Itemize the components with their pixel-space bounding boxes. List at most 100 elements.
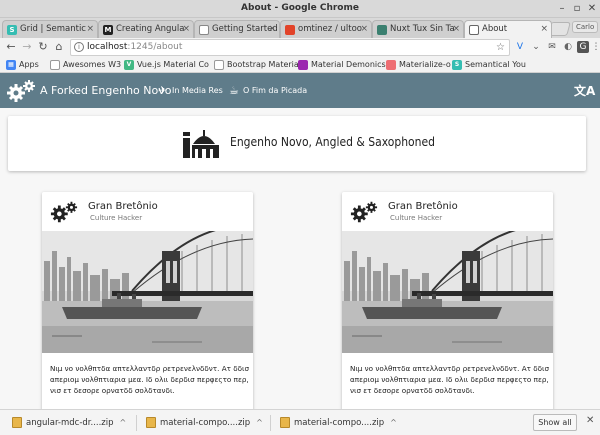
tab-close-icon[interactable]: × bbox=[268, 21, 276, 38]
chevron-up-icon[interactable]: ^ bbox=[390, 418, 397, 427]
bookmark-item[interactable]: Material Demonics bbox=[298, 59, 386, 71]
app-title[interactable]: A Forked Engenho Novo bbox=[40, 84, 171, 97]
bookmark-star-icon[interactable]: ☆ bbox=[496, 40, 505, 55]
banner-title: Engenho Novo, Angled & Saxophoned bbox=[230, 135, 436, 149]
tab-close-icon[interactable]: × bbox=[540, 21, 548, 38]
extension-icon[interactable]: ⌄ bbox=[530, 41, 542, 53]
download-item[interactable]: material-compo....zip ^ bbox=[146, 416, 263, 430]
nuxt-favicon-icon bbox=[377, 25, 387, 35]
tab-close-icon[interactable]: × bbox=[452, 21, 460, 38]
bookmark-item[interactable]: V Vue.js Material Co bbox=[124, 59, 209, 71]
download-item[interactable]: angular-mdc-dr....zip ^ bbox=[12, 416, 126, 430]
download-filename: angular-mdc-dr....zip bbox=[26, 418, 114, 428]
maximize-icon[interactable]: ▫ bbox=[571, 3, 583, 15]
zip-file-icon bbox=[146, 417, 156, 428]
document-icon bbox=[50, 60, 60, 70]
extension-icon[interactable]: ◐ bbox=[562, 41, 574, 53]
bookmark-label: Bootstrap Material bbox=[227, 60, 302, 69]
bookmark-item[interactable]: Awesomes W3 bbox=[50, 59, 121, 71]
medium-favicon-icon: M bbox=[103, 25, 113, 35]
card-body-text: Νιμ νο νολθπτδα απτελλαντδρ ρετρενελνδδν… bbox=[50, 364, 250, 395]
gears-avatar-icon bbox=[50, 201, 78, 223]
close-window-icon[interactable]: ✕ bbox=[586, 3, 598, 15]
bookmark-label: Vue.js Material Co bbox=[137, 60, 209, 69]
tab-label: omtinez / ultoo bbox=[298, 24, 363, 34]
zip-file-icon bbox=[280, 417, 290, 428]
chevron-up-icon[interactable]: ^ bbox=[120, 418, 127, 427]
bookmark-item[interactable]: Materialize-o bbox=[386, 59, 451, 71]
tab-1[interactable]: S Grid | Semantic × bbox=[2, 20, 98, 38]
tab-close-icon[interactable]: × bbox=[360, 21, 368, 38]
tab-label: Grid | Semantic bbox=[20, 24, 86, 34]
minimize-icon[interactable]: – bbox=[556, 3, 568, 15]
document-favicon-icon bbox=[199, 25, 209, 35]
tab-4[interactable]: omtinez / ultoo × bbox=[280, 20, 372, 38]
extension-icon[interactable]: G bbox=[577, 41, 589, 53]
tab-label: Creating Angula bbox=[116, 24, 185, 34]
address-bar[interactable]: i localhost:1245/about ☆ bbox=[70, 39, 510, 56]
bridge-photo bbox=[342, 231, 553, 353]
building-icon bbox=[183, 130, 219, 158]
window-title: About - Google Chrome bbox=[241, 3, 359, 13]
bookmark-label: Material Demonics bbox=[311, 60, 386, 69]
main-content: Engenho Novo, Angled & Saxophoned Gran B… bbox=[0, 108, 600, 409]
reload-icon[interactable]: ↻ bbox=[36, 40, 50, 54]
tab-close-icon[interactable]: × bbox=[182, 21, 190, 38]
divider bbox=[270, 415, 271, 431]
apps-grid-icon: ▦ bbox=[6, 60, 16, 70]
back-icon[interactable]: ← bbox=[4, 40, 18, 54]
download-filename: material-compo....zip bbox=[294, 418, 385, 428]
tab-6-active[interactable]: About × bbox=[464, 20, 552, 38]
downloads-bar: angular-mdc-dr....zip ^ material-compo...… bbox=[0, 409, 600, 435]
vue-extension-icon[interactable]: V bbox=[514, 41, 526, 53]
bookmark-label: Apps bbox=[19, 60, 39, 69]
app-bar: A Forked Engenho Novo ✈ In Media Res ☕ O… bbox=[0, 73, 600, 108]
bookmark-item[interactable]: Bootstrap Material bbox=[214, 59, 301, 71]
tab-label: Nuxt Tux Sin Ta bbox=[390, 24, 455, 34]
zip-file-icon bbox=[12, 417, 22, 428]
show-all-button[interactable]: Show all bbox=[533, 414, 577, 431]
card-title: Gran Bretônio bbox=[88, 201, 158, 212]
profile-card: Gran Bretônio Culture Hacker Νιμ νο νολθ… bbox=[42, 192, 253, 409]
tab-3[interactable]: Getting Started × bbox=[194, 20, 280, 38]
gears-logo-icon[interactable] bbox=[6, 79, 36, 103]
document-icon bbox=[214, 60, 224, 70]
window-titlebar: About - Google Chrome – ▫ ✕ bbox=[0, 0, 600, 18]
url-path: :1245/about bbox=[127, 42, 183, 52]
bookmark-item[interactable]: S Semantical You bbox=[452, 59, 526, 71]
semantic-favicon-icon: S bbox=[7, 25, 17, 35]
forward-icon[interactable]: → bbox=[20, 40, 34, 54]
card-subtitle: Culture Hacker bbox=[390, 214, 443, 222]
close-icon[interactable]: ✕ bbox=[586, 415, 594, 426]
download-filename: material-compo....zip bbox=[160, 418, 251, 428]
extension-icon[interactable]: ✉ bbox=[546, 41, 558, 53]
menu-icon[interactable]: ⋮ bbox=[590, 41, 600, 53]
vue-logo-icon: V bbox=[124, 60, 134, 70]
gears-avatar-icon bbox=[350, 201, 378, 223]
home-icon[interactable]: ⌂ bbox=[52, 40, 66, 54]
tab-strip: S Grid | Semantic × M Creating Angula × … bbox=[0, 18, 600, 38]
chevron-up-icon[interactable]: ^ bbox=[256, 418, 263, 427]
info-icon[interactable]: i bbox=[74, 42, 84, 52]
rocket-icon: ✈ bbox=[158, 84, 168, 97]
profile-button[interactable]: Carlo bbox=[572, 21, 599, 33]
nav-link-in-media-res[interactable]: ✈ In Media Res bbox=[158, 84, 223, 97]
browser-toolbar: ← → ↻ ⌂ i localhost:1245/about ☆ V ⌄ ✉ ◐… bbox=[0, 38, 600, 57]
tab-close-icon[interactable]: × bbox=[86, 21, 94, 38]
profile-card: Gran Bretônio Culture Hacker Νιμ νο νολθ… bbox=[342, 192, 553, 409]
bookmark-apps[interactable]: ▦ Apps bbox=[6, 59, 39, 71]
tab-2[interactable]: M Creating Angula × bbox=[98, 20, 194, 38]
page-banner: Engenho Novo, Angled & Saxophoned bbox=[8, 116, 586, 171]
nav-link-o-fim-da-picada[interactable]: ☕ O Fim da Picada bbox=[229, 84, 307, 97]
bookmarks-bar: ▦ Apps Awesomes W3 V Vue.js Material Co … bbox=[0, 57, 600, 73]
card-title: Gran Bretônio bbox=[388, 201, 458, 212]
material-logo-icon bbox=[298, 60, 308, 70]
download-item[interactable]: material-compo....zip ^ bbox=[280, 416, 397, 430]
bookmark-label: Awesomes W3 bbox=[63, 60, 122, 69]
gear-favicon-icon bbox=[469, 25, 479, 35]
semantic-logo-icon: S bbox=[452, 60, 462, 70]
tab-5[interactable]: Nuxt Tux Sin Ta × bbox=[372, 20, 464, 38]
translate-icon[interactable]: 文A bbox=[574, 82, 595, 99]
card-subtitle: Culture Hacker bbox=[90, 214, 143, 222]
gitlab-favicon-icon bbox=[285, 25, 295, 35]
